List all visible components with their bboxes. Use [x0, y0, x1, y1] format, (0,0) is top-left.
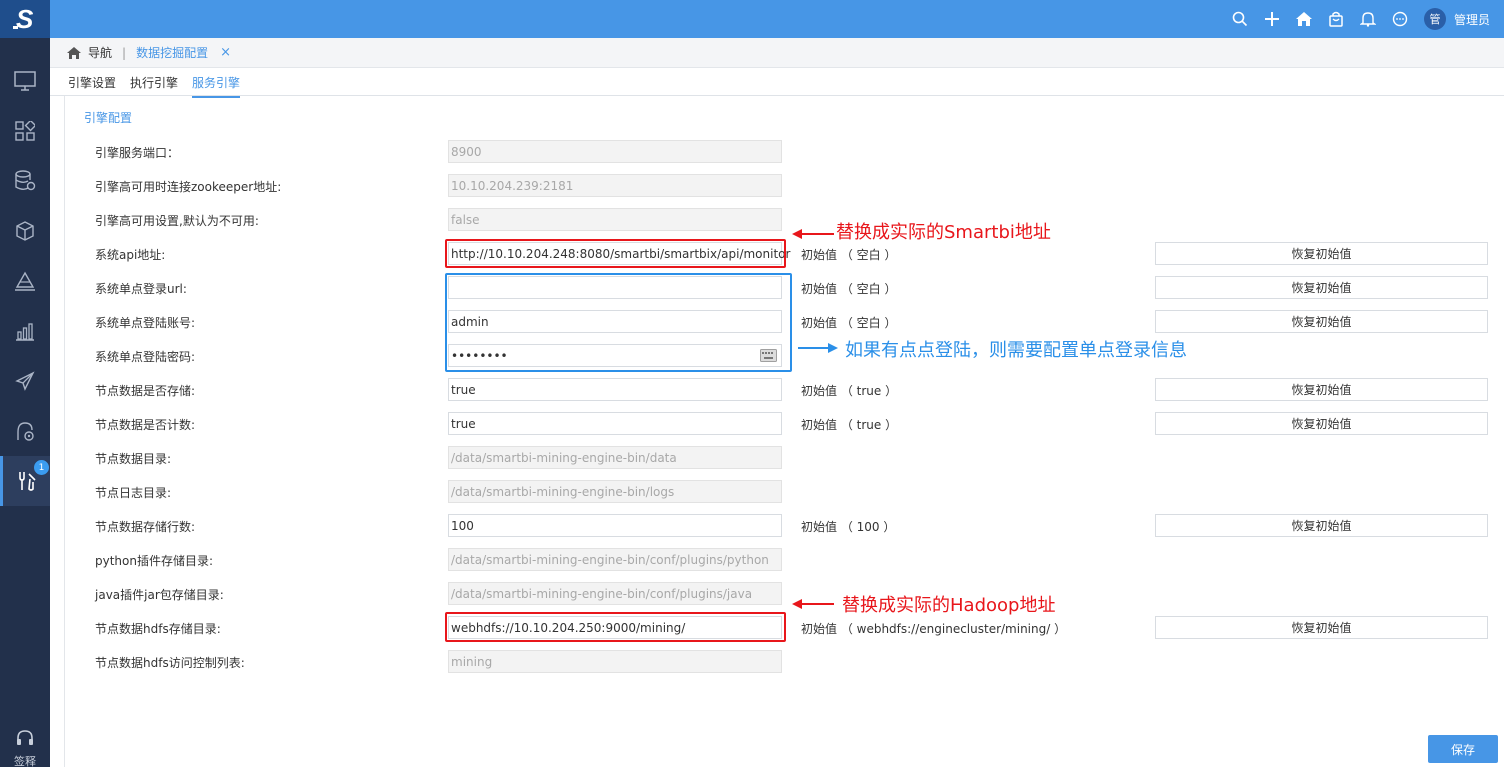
chat-icon[interactable]	[1384, 0, 1416, 38]
bar-chart-icon	[16, 323, 34, 341]
head-gear-icon	[17, 422, 34, 441]
annotation-text-hadoop: 替换成实际的Hadoop地址	[842, 595, 1056, 616]
node-rows-input[interactable]: 100	[448, 514, 782, 537]
sso-url-reset-button[interactable]: 恢复初始值	[1155, 276, 1488, 299]
headset-icon	[17, 730, 33, 745]
python-plugin-dir-field: /data/smartbi-mining-engine-bin/conf/plu…	[448, 548, 782, 571]
save-button[interactable]: 保存	[1428, 735, 1498, 763]
label-python-plugin-dir: python插件存储目录:	[95, 554, 214, 568]
sidebar-item-monitor[interactable]	[0, 56, 50, 106]
monitor-icon	[14, 71, 36, 91]
sidebar-item-system[interactable]	[0, 406, 50, 456]
node-store-reset-button[interactable]: 恢复初始值	[1155, 378, 1488, 401]
avatar[interactable]: 管	[1423, 8, 1446, 30]
sidebar-item-cube[interactable]	[0, 206, 50, 256]
arrow-sso-icon	[798, 343, 838, 353]
label-ha-setting: 引擎高可用设置,默认为不可用:	[95, 214, 259, 228]
node-count-input[interactable]: true	[448, 412, 782, 435]
database-gear-icon	[15, 170, 36, 191]
label-system-api: 系统api地址:	[95, 248, 166, 262]
node-rows-initial: 初始值 （ 100 ）	[801, 520, 896, 534]
home-icon[interactable]	[1288, 0, 1320, 38]
close-icon[interactable]: ×	[220, 45, 231, 60]
bell-icon[interactable]	[1352, 0, 1384, 38]
sub-tabs: 引擎设置 执行引擎 服务引擎	[50, 68, 1504, 98]
label-engine-port: 引擎服务端口：	[95, 146, 180, 160]
node-store-input[interactable]: true	[448, 378, 782, 401]
logo-icon: S	[13, 5, 34, 33]
label-sso-password: 系统单点登陆密码:	[95, 350, 196, 364]
annotation-text-smartbi: 替换成实际的Smartbi地址	[836, 222, 1051, 243]
node-data-dir-field: /data/smartbi-mining-engine-bin/data	[448, 446, 782, 469]
username[interactable]: 管理员	[1454, 11, 1490, 28]
header-toolbar: 管 管理员	[1224, 0, 1504, 38]
tab-engine-settings[interactable]: 引擎设置	[68, 74, 116, 96]
svg-text:S: S	[16, 5, 34, 33]
label-sso-url: 系统单点登录url:	[95, 282, 187, 296]
label-node-count: 节点数据是否计数:	[95, 418, 196, 432]
tools-icon	[18, 472, 36, 491]
label-zookeeper: 引擎高可用时连接zookeeper地址:	[95, 180, 282, 194]
label-sso-account: 系统单点登陆账号:	[95, 316, 196, 330]
sidebar-item-database[interactable]	[0, 156, 50, 206]
label-hdfs-acl: 节点数据hdfs访问控制列表:	[95, 656, 245, 670]
sidebar-item-publish[interactable]	[0, 356, 50, 406]
sso-account-reset-button[interactable]: 恢复初始值	[1155, 310, 1488, 333]
plus-icon[interactable]	[1256, 0, 1288, 38]
sidebar-item-analysis[interactable]	[0, 306, 50, 356]
node-log-dir-field: /data/smartbi-mining-engine-bin/logs	[448, 480, 782, 503]
label-node-rows: 节点数据存储行数:	[95, 520, 196, 534]
annotation-box-hadoop	[445, 612, 786, 642]
annotation-box-smartbi	[445, 239, 786, 268]
search-icon[interactable]	[1224, 0, 1256, 38]
system-api-initial: 初始值 （ 空白 ）	[801, 248, 897, 262]
tab-data-mining-config[interactable]: 数据挖掘配置	[136, 44, 208, 61]
label-hdfs-dir: 节点数据hdfs存储目录:	[95, 622, 221, 636]
sso-url-initial: 初始值 （ 空白 ）	[801, 282, 897, 296]
breadcrumb: 导航 | 数据挖掘配置 ×	[50, 38, 1504, 68]
cube-icon	[16, 221, 34, 241]
java-plugin-dir-field: /data/smartbi-mining-engine-bin/conf/plu…	[448, 582, 782, 605]
breadcrumb-separator: |	[122, 45, 127, 60]
top-bar: S 管 管理员	[0, 0, 1504, 38]
tab-service-engine[interactable]: 服务引擎	[192, 74, 241, 98]
app-logo[interactable]: S	[0, 0, 50, 38]
arrow-hadoop-icon	[792, 599, 834, 609]
apps-icon	[15, 121, 35, 141]
annotation-text-sso: 如果有点点登陆，则需要配置单点登录信息	[845, 340, 1187, 361]
section-title: 引擎配置	[84, 111, 133, 125]
label-node-data-dir: 节点数据目录:	[95, 452, 172, 466]
hdfs-dir-initial: 初始值 （ webhdfs://enginecluster/mining/ ）	[801, 622, 1067, 636]
hdfs-dir-reset-button[interactable]: 恢复初始值	[1155, 616, 1488, 639]
engine-port-field: 8900	[448, 140, 782, 163]
zookeeper-field: 10.10.204.239:2181	[448, 174, 782, 197]
notification-badge: 1	[34, 460, 49, 475]
sidebar: 1 签释	[0, 38, 50, 769]
tab-execution-engine[interactable]: 执行引擎	[130, 74, 178, 96]
ha-setting-field: false	[448, 208, 782, 231]
sso-account-initial: 初始值 （ 空白 ）	[801, 316, 897, 330]
node-rows-reset-button[interactable]: 恢复初始值	[1155, 514, 1488, 537]
node-count-initial: 初始值 （ true ）	[801, 418, 898, 432]
breadcrumb-nav[interactable]: 导航	[88, 44, 112, 61]
home-icon[interactable]	[66, 46, 82, 60]
sidebar-help[interactable]: 签释	[0, 728, 50, 769]
node-store-initial: 初始值 （ true ）	[801, 384, 898, 398]
sidebar-item-apps[interactable]	[0, 106, 50, 156]
layers-icon	[15, 271, 35, 291]
sidebar-item-layers[interactable]	[0, 256, 50, 306]
arrow-smartbi-icon	[792, 229, 834, 239]
label-node-log-dir: 节点日志目录:	[95, 486, 172, 500]
node-count-reset-button[interactable]: 恢复初始值	[1155, 412, 1488, 435]
system-api-reset-button[interactable]: 恢复初始值	[1155, 242, 1488, 265]
hdfs-acl-field: mining	[448, 650, 782, 673]
bag-icon[interactable]	[1320, 0, 1352, 38]
paper-plane-icon	[15, 371, 35, 391]
sidebar-item-tools[interactable]: 1	[0, 456, 50, 506]
label-java-plugin-dir: java插件jar包存储目录:	[95, 588, 224, 602]
label-node-store: 节点数据是否存储:	[95, 384, 196, 398]
annotation-box-sso	[445, 273, 792, 372]
